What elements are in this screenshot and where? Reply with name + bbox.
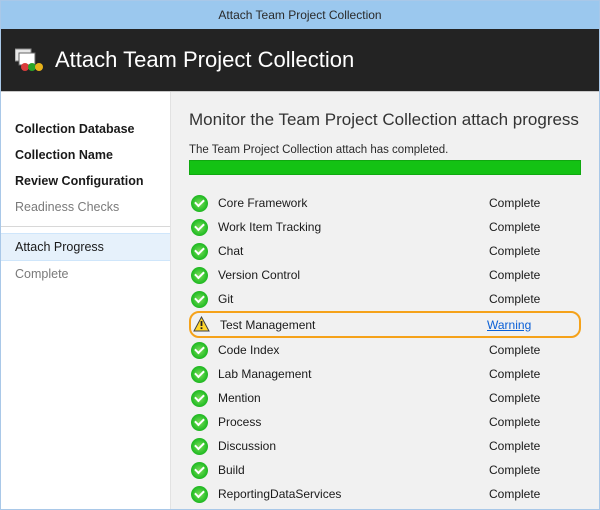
check-icon (191, 342, 208, 359)
step-row: Code Index Complete (189, 338, 581, 362)
wizard-main: Monitor the Team Project Collection atta… (171, 92, 599, 509)
step-name: Work Item Tracking (218, 220, 479, 234)
banner-title: Attach Team Project Collection (55, 47, 354, 73)
step-name: Mention (218, 391, 479, 405)
sidebar-item[interactable]: Complete (1, 261, 170, 287)
step-name: Build (218, 463, 479, 477)
step-name: Discussion (218, 439, 479, 453)
step-name: Process (218, 415, 479, 429)
step-row: ReportingDataServices Complete (189, 482, 581, 506)
sidebar-item[interactable]: Collection Database (1, 116, 170, 142)
status-message: The Team Project Collection attach has c… (189, 144, 581, 156)
step-row: Service HooksComplete (189, 506, 581, 509)
step-row: Work Item Tracking Complete (189, 215, 581, 239)
step-status: Complete (489, 487, 579, 501)
step-row: Chat Complete (189, 239, 581, 263)
step-status: Complete (489, 367, 579, 381)
step-name: ReportingDataServices (218, 487, 479, 501)
step-row: Lab Management Complete (189, 362, 581, 386)
check-icon (191, 390, 208, 407)
step-row: Discussion Complete (189, 434, 581, 458)
step-row: Test Management Warning (189, 311, 581, 338)
step-name: Git (218, 292, 479, 306)
step-status: Complete (489, 439, 579, 453)
sidebar-item[interactable]: Readiness Checks (1, 194, 170, 220)
step-name: Lab Management (218, 367, 479, 381)
project-collection-icon (15, 47, 45, 73)
wizard-sidebar: Collection DatabaseCollection NameReview… (1, 92, 171, 509)
check-icon (191, 366, 208, 383)
check-icon (191, 267, 208, 284)
step-status: Complete (489, 268, 579, 282)
step-row: Version Control Complete (189, 263, 581, 287)
check-icon (191, 291, 208, 308)
step-status: Complete (489, 391, 579, 405)
step-status: Complete (489, 415, 579, 429)
check-icon (191, 438, 208, 455)
sidebar-item[interactable]: Collection Name (1, 142, 170, 168)
window-title: Attach Team Project Collection (218, 8, 381, 22)
step-row: Git Complete (189, 287, 581, 311)
step-row: Build Complete (189, 458, 581, 482)
step-status: Complete (489, 244, 579, 258)
check-icon (191, 414, 208, 431)
steps-list: Core FrameworkCompleteWork Item Tracking… (189, 191, 581, 509)
sidebar-item[interactable]: Review Configuration (1, 168, 170, 194)
titlebar[interactable]: Attach Team Project Collection (1, 1, 599, 29)
banner: Attach Team Project Collection (1, 29, 599, 91)
step-status: Complete (489, 292, 579, 306)
progress-bar (189, 160, 581, 175)
step-row: Mention Complete (189, 386, 581, 410)
warning-icon (193, 316, 210, 333)
step-row: Process Complete (189, 410, 581, 434)
sidebar-item[interactable]: Attach Progress (1, 233, 170, 261)
step-status-link[interactable]: Warning (487, 318, 577, 332)
step-name: Version Control (218, 268, 479, 282)
check-icon (191, 195, 208, 212)
step-name: Chat (218, 244, 479, 258)
step-name: Core Framework (218, 196, 479, 210)
step-status: Complete (489, 343, 579, 357)
page-heading: Monitor the Team Project Collection atta… (189, 110, 581, 130)
sidebar-separator (1, 226, 170, 227)
step-name: Code Index (218, 343, 479, 357)
step-status: Complete (489, 220, 579, 234)
step-status: Complete (489, 196, 579, 210)
step-row: Core Framework Complete (189, 191, 581, 215)
check-icon (191, 243, 208, 260)
wizard-window: Attach Team Project Collection Attach Te… (0, 0, 600, 510)
step-name: Test Management (220, 318, 477, 332)
check-icon (191, 486, 208, 503)
check-icon (191, 219, 208, 236)
wizard-body: Collection DatabaseCollection NameReview… (1, 91, 599, 509)
check-icon (191, 462, 208, 479)
step-status: Complete (489, 463, 579, 477)
